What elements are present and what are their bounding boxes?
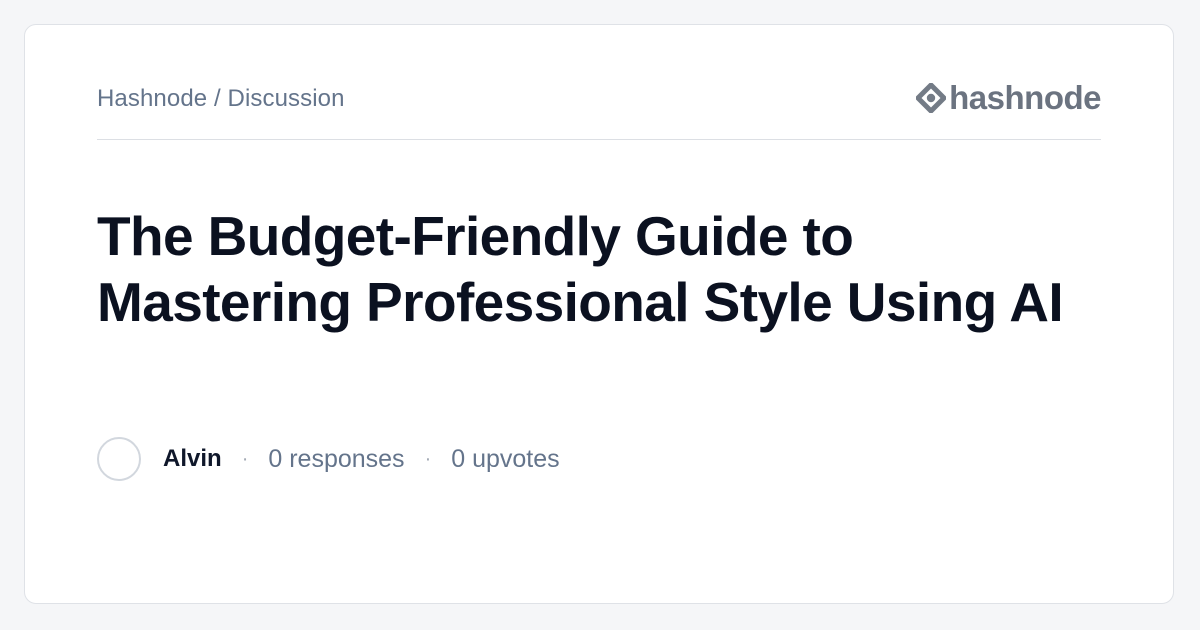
author-name[interactable]: Alvin [163,445,222,473]
post-meta: Alvin · 0 responses · 0 upvotes [97,435,560,483]
hashnode-logo-icon [916,83,947,113]
author-avatar[interactable] [97,437,141,481]
meta-separator: · [424,447,432,470]
responses-count: 0 responses [268,444,405,473]
card-header: Hashnode / Discussion hashnode [97,75,1101,140]
post-card: Hashnode / Discussion hashnode The Budge… [24,24,1174,604]
brand-logo[interactable]: hashnode [916,79,1101,117]
brand-name: hashnode [949,79,1101,116]
meta-separator: · [241,447,249,470]
upvotes-count: 0 upvotes [451,444,560,473]
post-title: The Budget-Friendly Guide to Mastering P… [97,205,1064,333]
breadcrumb[interactable]: Hashnode / Discussion [97,85,345,113]
